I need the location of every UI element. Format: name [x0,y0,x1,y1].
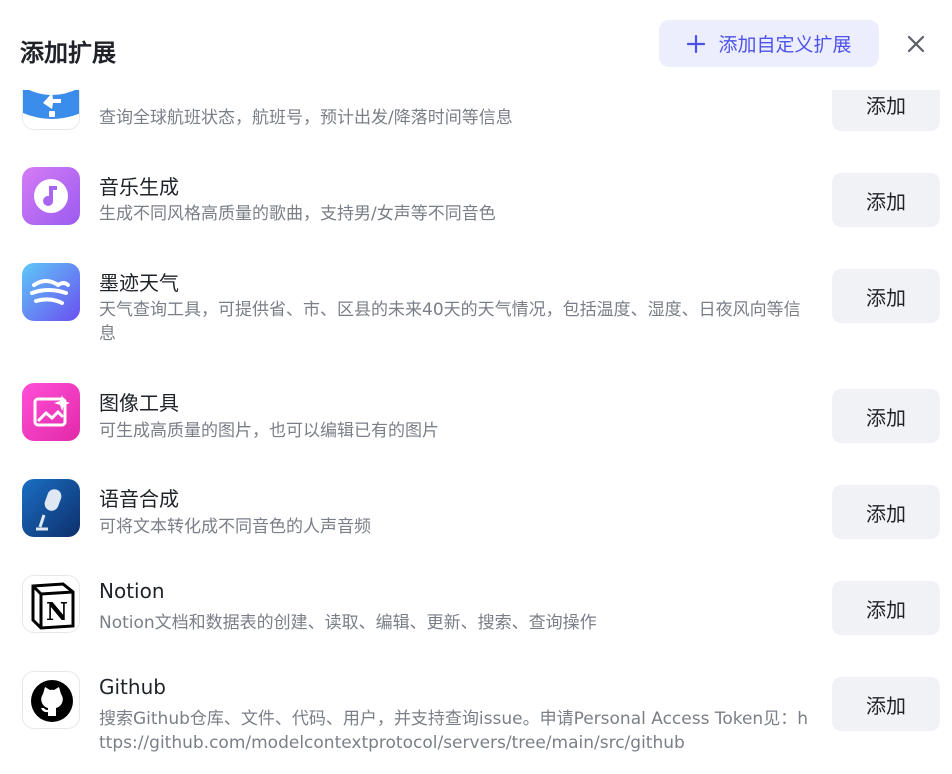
svg-text:N: N [46,597,68,626]
dialog-header: 添加扩展 添加自定义扩展 [0,0,952,90]
extension-description: Notion文档和数据表的创建、读取、编辑、更新、搜索、查询操作 [99,613,597,633]
github-logo-icon [22,671,80,729]
extension-name: Github [99,675,166,699]
extension-name: 墨迹天气 [99,271,179,295]
extension-list: 查询全球航班状态，航班号，预计出发/降落时间等信息 添加 音乐生成 生成不同风格… [0,0,952,774]
extension-name: Notion [99,579,165,603]
extension-description: 可生成高质量的图片，也可以编辑已有的图片 [99,421,439,441]
extension-name: 图像工具 [99,391,179,415]
add-custom-extension-label: 添加自定义扩展 [718,34,852,56]
add-button[interactable]: 添加 [832,173,940,227]
extension-description: 天气查询工具，可提供省、市、区县的未来40天的天气情况，包括温度、湿度、日夜风向… [99,300,801,344]
weather-wind-icon [22,263,80,321]
image-sparkle-icon [22,383,80,441]
plus-icon [687,34,706,53]
add-button[interactable]: 添加 [832,485,940,539]
extension-description: 搜索Github仓库、文件、代码、用户，并支持查询issue。申请Persona… [99,709,808,753]
music-note-icon [22,167,80,225]
add-button[interactable]: 添加 [832,581,940,635]
add-custom-extension-button[interactable]: 添加自定义扩展 [659,20,879,67]
extension-description: 生成不同风格高质量的歌曲，支持男/女声等不同音色 [99,204,496,224]
extension-description: 查询全球航班状态，航班号，预计出发/降落时间等信息 [99,108,513,128]
add-button[interactable]: 添加 [832,389,940,443]
microphone-icon [22,479,80,537]
notion-logo-icon: N [22,575,80,633]
close-icon[interactable] [904,32,928,56]
add-button[interactable]: 添加 [832,269,940,323]
add-button[interactable]: 添加 [832,677,940,731]
dialog-title: 添加扩展 [20,39,116,67]
extension-name: 语音合成 [99,487,179,511]
extension-description: 可将文本转化成不同音色的人声音频 [99,517,371,537]
extension-name: 音乐生成 [99,175,179,199]
